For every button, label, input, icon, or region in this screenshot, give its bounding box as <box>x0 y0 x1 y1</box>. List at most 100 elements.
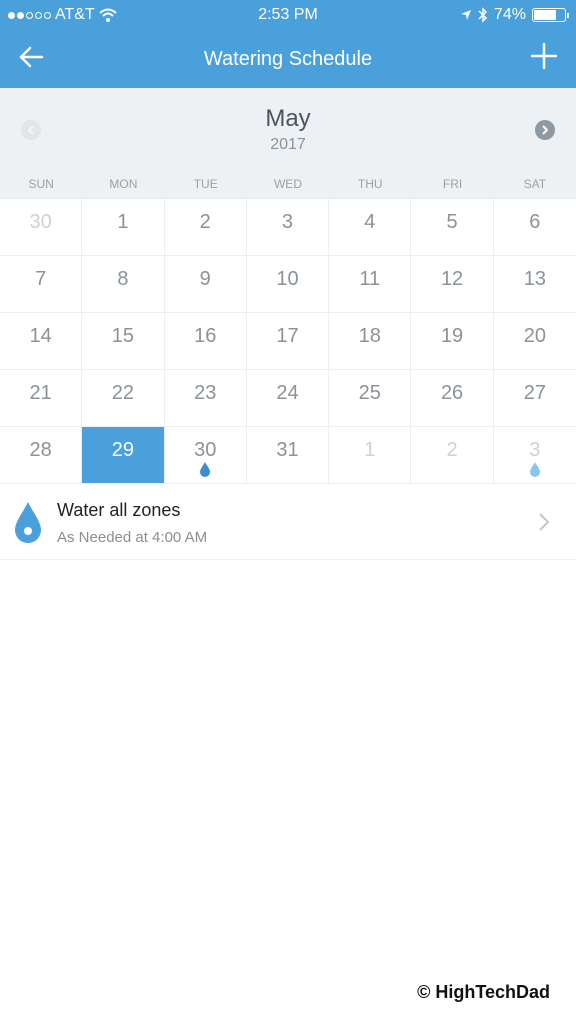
calendar-day[interactable]: 10 <box>246 256 330 313</box>
calendar-day[interactable]: 25 <box>329 370 412 427</box>
day-number: 17 <box>276 325 299 347</box>
calendar-day[interactable]: 14 <box>0 313 83 370</box>
calendar-day[interactable]: 4 <box>329 199 412 256</box>
day-number: 2 <box>446 439 458 461</box>
year-label: 2017 <box>270 136 306 153</box>
calendar-day[interactable]: 6 <box>493 199 576 256</box>
day-number: 10 <box>276 268 299 290</box>
calendar-day[interactable]: 27 <box>493 370 576 427</box>
calendar-day[interactable]: 19 <box>411 313 494 370</box>
day-number: 25 <box>358 382 381 404</box>
schedule-title: Water all zones <box>57 500 181 520</box>
day-number: 21 <box>29 382 52 404</box>
calendar-day[interactable]: 11 <box>329 256 412 313</box>
calendar-day[interactable]: 17 <box>246 313 330 370</box>
calendar-day[interactable]: 21 <box>0 370 83 427</box>
calendar-day[interactable]: 28 <box>0 427 83 484</box>
day-number: 19 <box>440 325 464 347</box>
weekday-label: SUN <box>28 177 54 191</box>
header: AT&T 2:53 PM 74% Watering Schedule <box>0 0 576 88</box>
calendar-day[interactable]: 9 <box>164 256 247 313</box>
weekday-label: MON <box>109 177 138 191</box>
day-number: 29 <box>111 439 135 461</box>
schedule-subtitle: As Needed at 4:00 AM <box>57 529 208 546</box>
day-number: 27 <box>523 382 546 404</box>
calendar-day[interactable]: 18 <box>329 313 412 370</box>
calendar-day[interactable]: 1 <box>329 427 412 484</box>
weekday-label: WED <box>273 177 302 191</box>
bluetooth-icon <box>478 7 488 23</box>
next-month-button[interactable] <box>535 120 555 140</box>
day-number: 1 <box>117 211 129 233</box>
status-bar: AT&T 2:53 PM 74% <box>0 0 576 30</box>
day-number: 11 <box>359 268 381 290</box>
calendar-day[interactable]: 3 <box>493 427 576 484</box>
day-number: 3 <box>281 211 294 233</box>
day-number: 23 <box>194 382 217 404</box>
weekday-label: THU <box>357 177 383 191</box>
day-number: 7 <box>35 268 47 290</box>
day-number: 13 <box>523 268 546 290</box>
battery-icon <box>532 8 569 22</box>
day-number: 22 <box>111 382 135 404</box>
water-drop-icon <box>529 462 540 477</box>
day-number: 9 <box>199 268 211 290</box>
calendar-day[interactable]: 31 <box>246 427 330 484</box>
day-number: 16 <box>194 325 217 347</box>
calendar-day[interactable]: 30 <box>164 427 247 484</box>
calendar-day[interactable]: 15 <box>82 313 165 370</box>
day-number: 20 <box>523 325 546 347</box>
calendar-day-selected[interactable]: 29 <box>82 427 165 484</box>
calendar-day[interactable]: 20 <box>493 313 576 370</box>
weekday-row: SUN MON TUE WED THU FRI SAT <box>0 177 576 191</box>
calendar-day[interactable]: 12 <box>411 256 494 313</box>
weekday-label: TUE <box>193 177 218 191</box>
chevron-right-icon <box>542 125 549 135</box>
day-number: 3 <box>529 439 541 461</box>
page-title: Watering Schedule <box>203 47 373 70</box>
calendar-day[interactable]: 3 <box>246 199 330 256</box>
water-drop-icon <box>15 502 41 543</box>
calendar-day[interactable]: 5 <box>411 199 494 256</box>
calendar-header: May 2017 SUN MON TUE WED THU FRI SAT <box>0 88 576 198</box>
watermark: © HighTechDad <box>417 982 550 1002</box>
calendar-day[interactable]: 24 <box>246 370 330 427</box>
calendar-day[interactable]: 7 <box>0 256 83 313</box>
day-number: 8 <box>117 268 129 290</box>
calendar-day[interactable]: 30 <box>0 199 83 256</box>
calendar-day[interactable]: 26 <box>411 370 494 427</box>
calendar-day[interactable]: 1 <box>82 199 165 256</box>
calendar-day[interactable]: 23 <box>164 370 247 427</box>
day-number: 1 <box>364 439 376 461</box>
day-number: 31 <box>276 439 299 461</box>
schedule-item[interactable]: Water all zones As Needed at 4:00 AM <box>0 484 576 560</box>
calendar-grid: 30 1 2 3 4 5 6 7 8 9 10 11 12 13 14 15 16 17 18 19 20 21 22 23 2… <box>0 198 576 484</box>
weekday-label: FRI <box>442 177 463 191</box>
back-button[interactable] <box>18 44 44 70</box>
day-number: 30 <box>29 211 52 233</box>
month-label: May <box>265 105 311 132</box>
day-number: 2 <box>199 211 211 233</box>
day-number: 26 <box>440 382 464 404</box>
calendar-day[interactable]: 16 <box>164 313 247 370</box>
day-number: 12 <box>440 268 464 290</box>
calendar-day[interactable]: 8 <box>82 256 165 313</box>
weekday-label: SAT <box>523 177 547 191</box>
calendar-day[interactable]: 13 <box>493 256 576 313</box>
day-number: 24 <box>276 382 299 404</box>
add-schedule-button[interactable] <box>530 42 558 70</box>
day-number: 6 <box>529 211 541 233</box>
calendar-day[interactable]: 22 <box>82 370 165 427</box>
day-number: 30 <box>194 439 217 461</box>
water-drop-icon <box>200 462 211 477</box>
day-number: 28 <box>29 439 52 461</box>
day-number: 4 <box>364 211 376 233</box>
day-number: 14 <box>29 325 52 347</box>
nav-bar: Watering Schedule <box>0 30 576 88</box>
day-number: 15 <box>111 325 135 347</box>
day-number: 18 <box>358 325 381 347</box>
location-icon <box>460 10 471 20</box>
calendar-day[interactable]: 2 <box>411 427 494 484</box>
calendar-day[interactable]: 2 <box>164 199 247 256</box>
battery-percent: 74% <box>493 6 526 23</box>
